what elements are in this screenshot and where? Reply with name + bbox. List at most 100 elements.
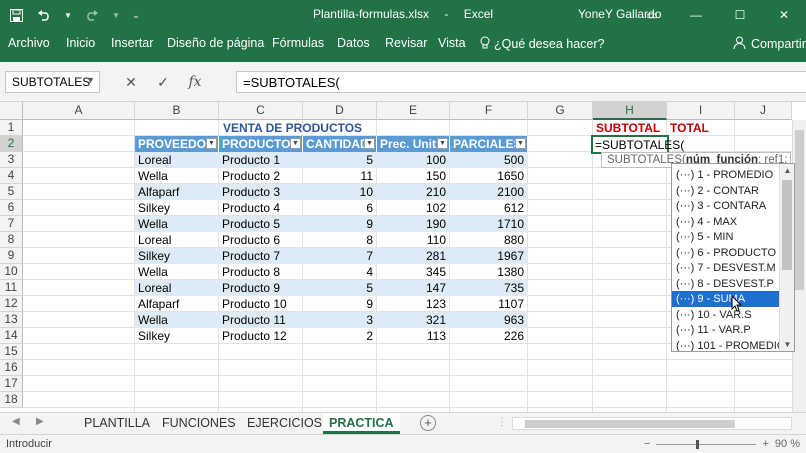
name-box[interactable]: SUBTOTALES ▼ — [5, 71, 100, 93]
table-cell[interactable]: 7 — [303, 248, 376, 264]
column-header[interactable]: G — [528, 102, 593, 120]
row-header[interactable]: 4 — [0, 168, 23, 184]
share-button[interactable]: Compartir — [733, 36, 806, 52]
h-scroll-thumb[interactable] — [525, 420, 735, 428]
table-cell[interactable]: 1967 — [450, 248, 527, 264]
table-cell[interactable]: 150 — [377, 168, 449, 184]
row-header[interactable]: 13 — [0, 312, 23, 328]
table-cell[interactable]: 147 — [377, 280, 449, 296]
column-header[interactable]: J — [735, 102, 792, 120]
cancel-icon[interactable]: ✕ — [120, 74, 142, 91]
table-cell[interactable]: 5 — [303, 280, 376, 296]
table-cell[interactable]: Producto 11 — [219, 312, 302, 328]
row-header[interactable]: 7 — [0, 216, 23, 232]
table-cell[interactable]: 3 — [303, 312, 376, 328]
table-cell[interactable]: 9 — [303, 296, 376, 312]
table-cell[interactable]: Silkey — [135, 328, 218, 344]
minimize-button[interactable]: — — [674, 0, 718, 30]
row-header[interactable]: 11 — [0, 280, 23, 296]
zoom-in-button[interactable]: + — [762, 438, 768, 450]
column-header[interactable]: C — [219, 102, 303, 120]
tell-me-search[interactable]: ¿Qué desea hacer? — [480, 36, 605, 52]
filter-dropdown-icon[interactable]: ▼ — [437, 138, 448, 149]
formula-input[interactable]: =SUBTOTALES( — [236, 71, 806, 93]
table-cell[interactable]: 123 — [377, 296, 449, 312]
zoom-slider[interactable] — [656, 439, 757, 449]
enter-icon[interactable]: ✓ — [152, 74, 174, 91]
function-list-item[interactable]: (···) 6 - PRODUCTO — [672, 245, 780, 261]
row-header[interactable]: 14 — [0, 328, 23, 344]
filter-dropdown-icon[interactable]: ▼ — [515, 138, 526, 149]
tab-vista[interactable]: Vista — [438, 36, 466, 50]
filter-dropdown-icon[interactable]: ▼ — [364, 138, 375, 149]
function-autocomplete-list[interactable]: (···) 1 - PROMEDIO (···) 2 - CONTAR (···) … — [671, 163, 795, 352]
scroll-up-icon[interactable]: ▲ — [780, 166, 794, 175]
tab-diseno-de-pagina[interactable]: Diseño de página — [167, 36, 264, 50]
tab-splitter-icon[interactable]: ⋮ — [497, 417, 507, 428]
scroll-down-icon[interactable]: ▼ — [780, 340, 794, 349]
table-cell[interactable]: 113 — [377, 328, 449, 344]
tab-archivo[interactable]: Archivo — [8, 36, 50, 50]
table-cell[interactable]: 100 — [377, 152, 449, 168]
sheet-tab-practica[interactable]: PRACTICA — [323, 413, 400, 434]
table-cell[interactable]: 2 — [303, 328, 376, 344]
table-cell[interactable]: 735 — [450, 280, 527, 296]
table-cell[interactable]: 880 — [450, 232, 527, 248]
row-header[interactable]: 15 — [0, 344, 23, 360]
table-cell[interactable]: Wella — [135, 312, 218, 328]
function-list-item[interactable]: (···) 7 - DESVEST.M — [672, 260, 780, 276]
row-header[interactable]: 12 — [0, 296, 23, 312]
add-sheet-icon[interactable]: + — [420, 415, 436, 431]
table-cell[interactable]: 1710 — [450, 216, 527, 232]
table-cell[interactable]: Producto 10 — [219, 296, 302, 312]
insert-function-icon[interactable]: fx — [184, 74, 206, 90]
table-cell[interactable]: 226 — [450, 328, 527, 344]
tab-datos[interactable]: Datos — [337, 36, 370, 50]
table-cell[interactable]: 190 — [377, 216, 449, 232]
table-cell[interactable]: 612 — [450, 200, 527, 216]
row-header[interactable]: 16 — [0, 360, 23, 376]
table-cell[interactable]: 2100 — [450, 184, 527, 200]
table-cell[interactable]: Loreal — [135, 280, 218, 296]
filter-dropdown-icon[interactable]: ▼ — [206, 138, 217, 149]
table-cell[interactable]: 6 — [303, 200, 376, 216]
sheet-tab-plantilla[interactable]: PLANTILLA — [80, 413, 154, 434]
function-list-item[interactable]: (···) 4 - MAX — [672, 214, 780, 230]
table-cell[interactable]: Wella — [135, 264, 218, 280]
table-cell[interactable]: 345 — [377, 264, 449, 280]
select-all-corner[interactable] — [0, 102, 23, 120]
name-box-dropdown-icon[interactable]: ▼ — [86, 75, 95, 85]
row-header[interactable]: 18 — [0, 392, 23, 408]
zoom-level[interactable]: 90 % — [775, 438, 800, 450]
table-cell[interactable]: 210 — [377, 184, 449, 200]
table-cell[interactable]: Loreal — [135, 152, 218, 168]
table-cell[interactable]: Producto 12 — [219, 328, 302, 344]
maximize-button[interactable]: ☐ — [718, 0, 762, 30]
table-cell[interactable]: 4 — [303, 264, 376, 280]
close-button[interactable]: ✕ — [762, 0, 806, 30]
table-cell[interactable]: Producto 5 — [219, 216, 302, 232]
table-cell[interactable]: Producto 3 — [219, 184, 302, 200]
table-cell[interactable]: Silkey — [135, 248, 218, 264]
filter-dropdown-icon[interactable]: ▼ — [290, 138, 301, 149]
table-cell[interactable]: 963 — [450, 312, 527, 328]
table-cell[interactable]: Producto 1 — [219, 152, 302, 168]
column-header[interactable]: I — [667, 102, 735, 120]
column-header[interactable]: D — [303, 102, 377, 120]
sheet-tab-ejercicios[interactable]: EJERCICIOS — [243, 413, 326, 434]
table-cell[interactable]: 5 — [303, 152, 376, 168]
row-header[interactable]: 8 — [0, 232, 23, 248]
table-cell[interactable]: 500 — [450, 152, 527, 168]
table-cell[interactable]: 321 — [377, 312, 449, 328]
table-cell[interactable]: 110 — [377, 232, 449, 248]
table-cell[interactable]: 11 — [303, 168, 376, 184]
row-header[interactable]: 10 — [0, 264, 23, 280]
column-header[interactable]: H — [593, 102, 667, 120]
column-header[interactable]: B — [135, 102, 219, 120]
table-cell[interactable]: 1650 — [450, 168, 527, 184]
row-header[interactable]: 2 — [0, 136, 23, 152]
zoom-out-button[interactable]: − — [644, 438, 650, 450]
function-list-item[interactable]: (···) 2 - CONTAR — [672, 183, 780, 199]
horizontal-scrollbar[interactable] — [512, 417, 792, 430]
table-cell[interactable]: Wella — [135, 216, 218, 232]
